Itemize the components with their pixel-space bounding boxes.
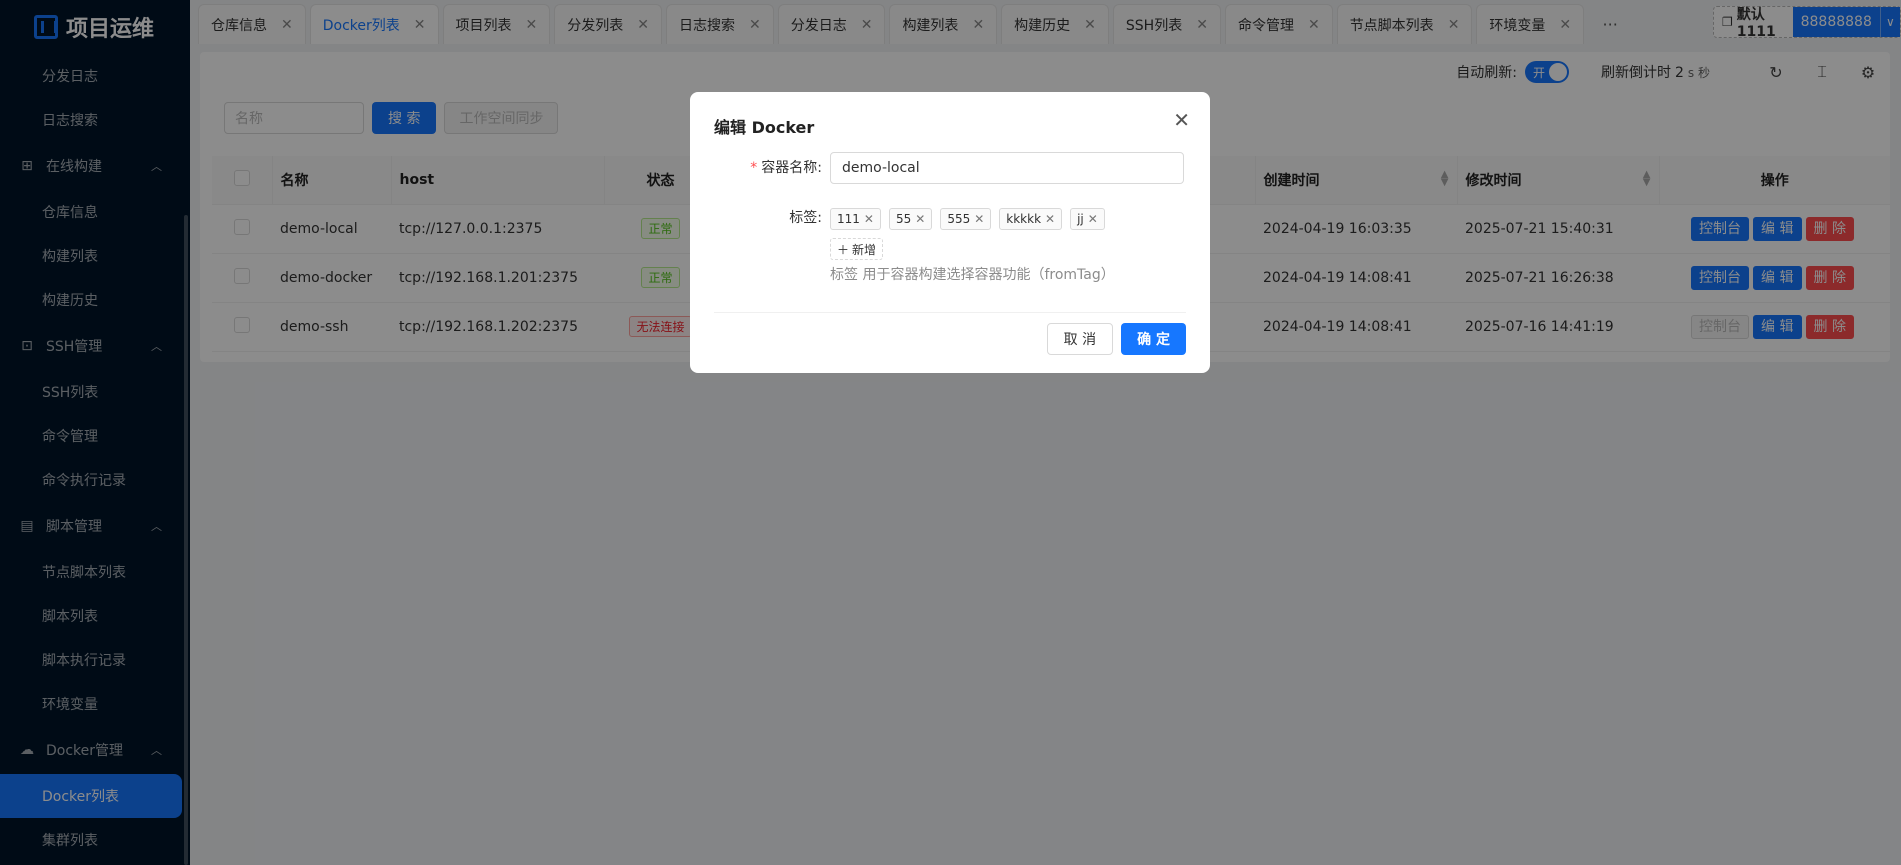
tag-chip-label: 555 <box>947 212 971 226</box>
container-name-input[interactable]: demo-local <box>830 152 1184 184</box>
tag-chip: 111 ✕ <box>830 208 881 230</box>
tags-label: 标签: <box>789 210 822 226</box>
add-tag-button[interactable]: ＋ 新增 <box>830 238 884 260</box>
tag-chip-label: 111 <box>837 212 860 226</box>
edit-docker-modal: 编辑 Docker ✕ * 容器名称: demo-local 标签: 111 ✕ 55… <box>690 92 1210 373</box>
tag-chip-label: kkkkk <box>1006 212 1042 226</box>
tags-field: 111 ✕ 55 ✕ 555 ✕ kkkkk ✕ jj ✕ ＋ 新增 标签 用于容器构建选择容器功… <box>830 202 1184 284</box>
tag-chip-label: jj <box>1077 212 1084 226</box>
modal-title: 编辑 Docker <box>714 118 815 137</box>
cancel-button[interactable]: 取 消 <box>1046 323 1114 355</box>
tag-list: 111 ✕ 55 ✕ 555 ✕ kkkkk ✕ jj ✕ <box>830 208 1184 230</box>
tag-chip-label: 55 <box>895 212 912 226</box>
modal-footer: 取 消 确 定 <box>714 312 1186 355</box>
container-name-row: * 容器名称: demo-local <box>714 152 1184 184</box>
tags-row: 标签: 111 ✕ 55 ✕ 555 ✕ kkkkk ✕ jj ✕ ＋ 新增 标签 用于容器构建选… <box>714 202 1184 284</box>
close-icon[interactable]: ✕ <box>1045 212 1055 226</box>
close-icon[interactable]: ✕ <box>915 212 925 226</box>
confirm-button[interactable]: 确 定 <box>1121 323 1186 355</box>
tag-chip: jj ✕ <box>1070 208 1105 230</box>
close-icon[interactable]: ✕ <box>1173 108 1190 132</box>
tags-help-text: 标签 用于容器构建选择容器功能（fromTag） <box>830 267 1115 283</box>
close-icon[interactable]: ✕ <box>974 212 984 226</box>
close-icon[interactable]: ✕ <box>1088 212 1098 226</box>
tag-chip: 555 ✕ <box>940 208 992 230</box>
container-name-label: * 容器名称: <box>750 160 822 176</box>
plus-icon: ＋ <box>837 242 850 257</box>
tag-chip: kkkkk ✕ <box>999 208 1063 230</box>
tag-chip: 55 ✕ <box>888 208 933 230</box>
close-icon[interactable]: ✕ <box>864 212 874 226</box>
